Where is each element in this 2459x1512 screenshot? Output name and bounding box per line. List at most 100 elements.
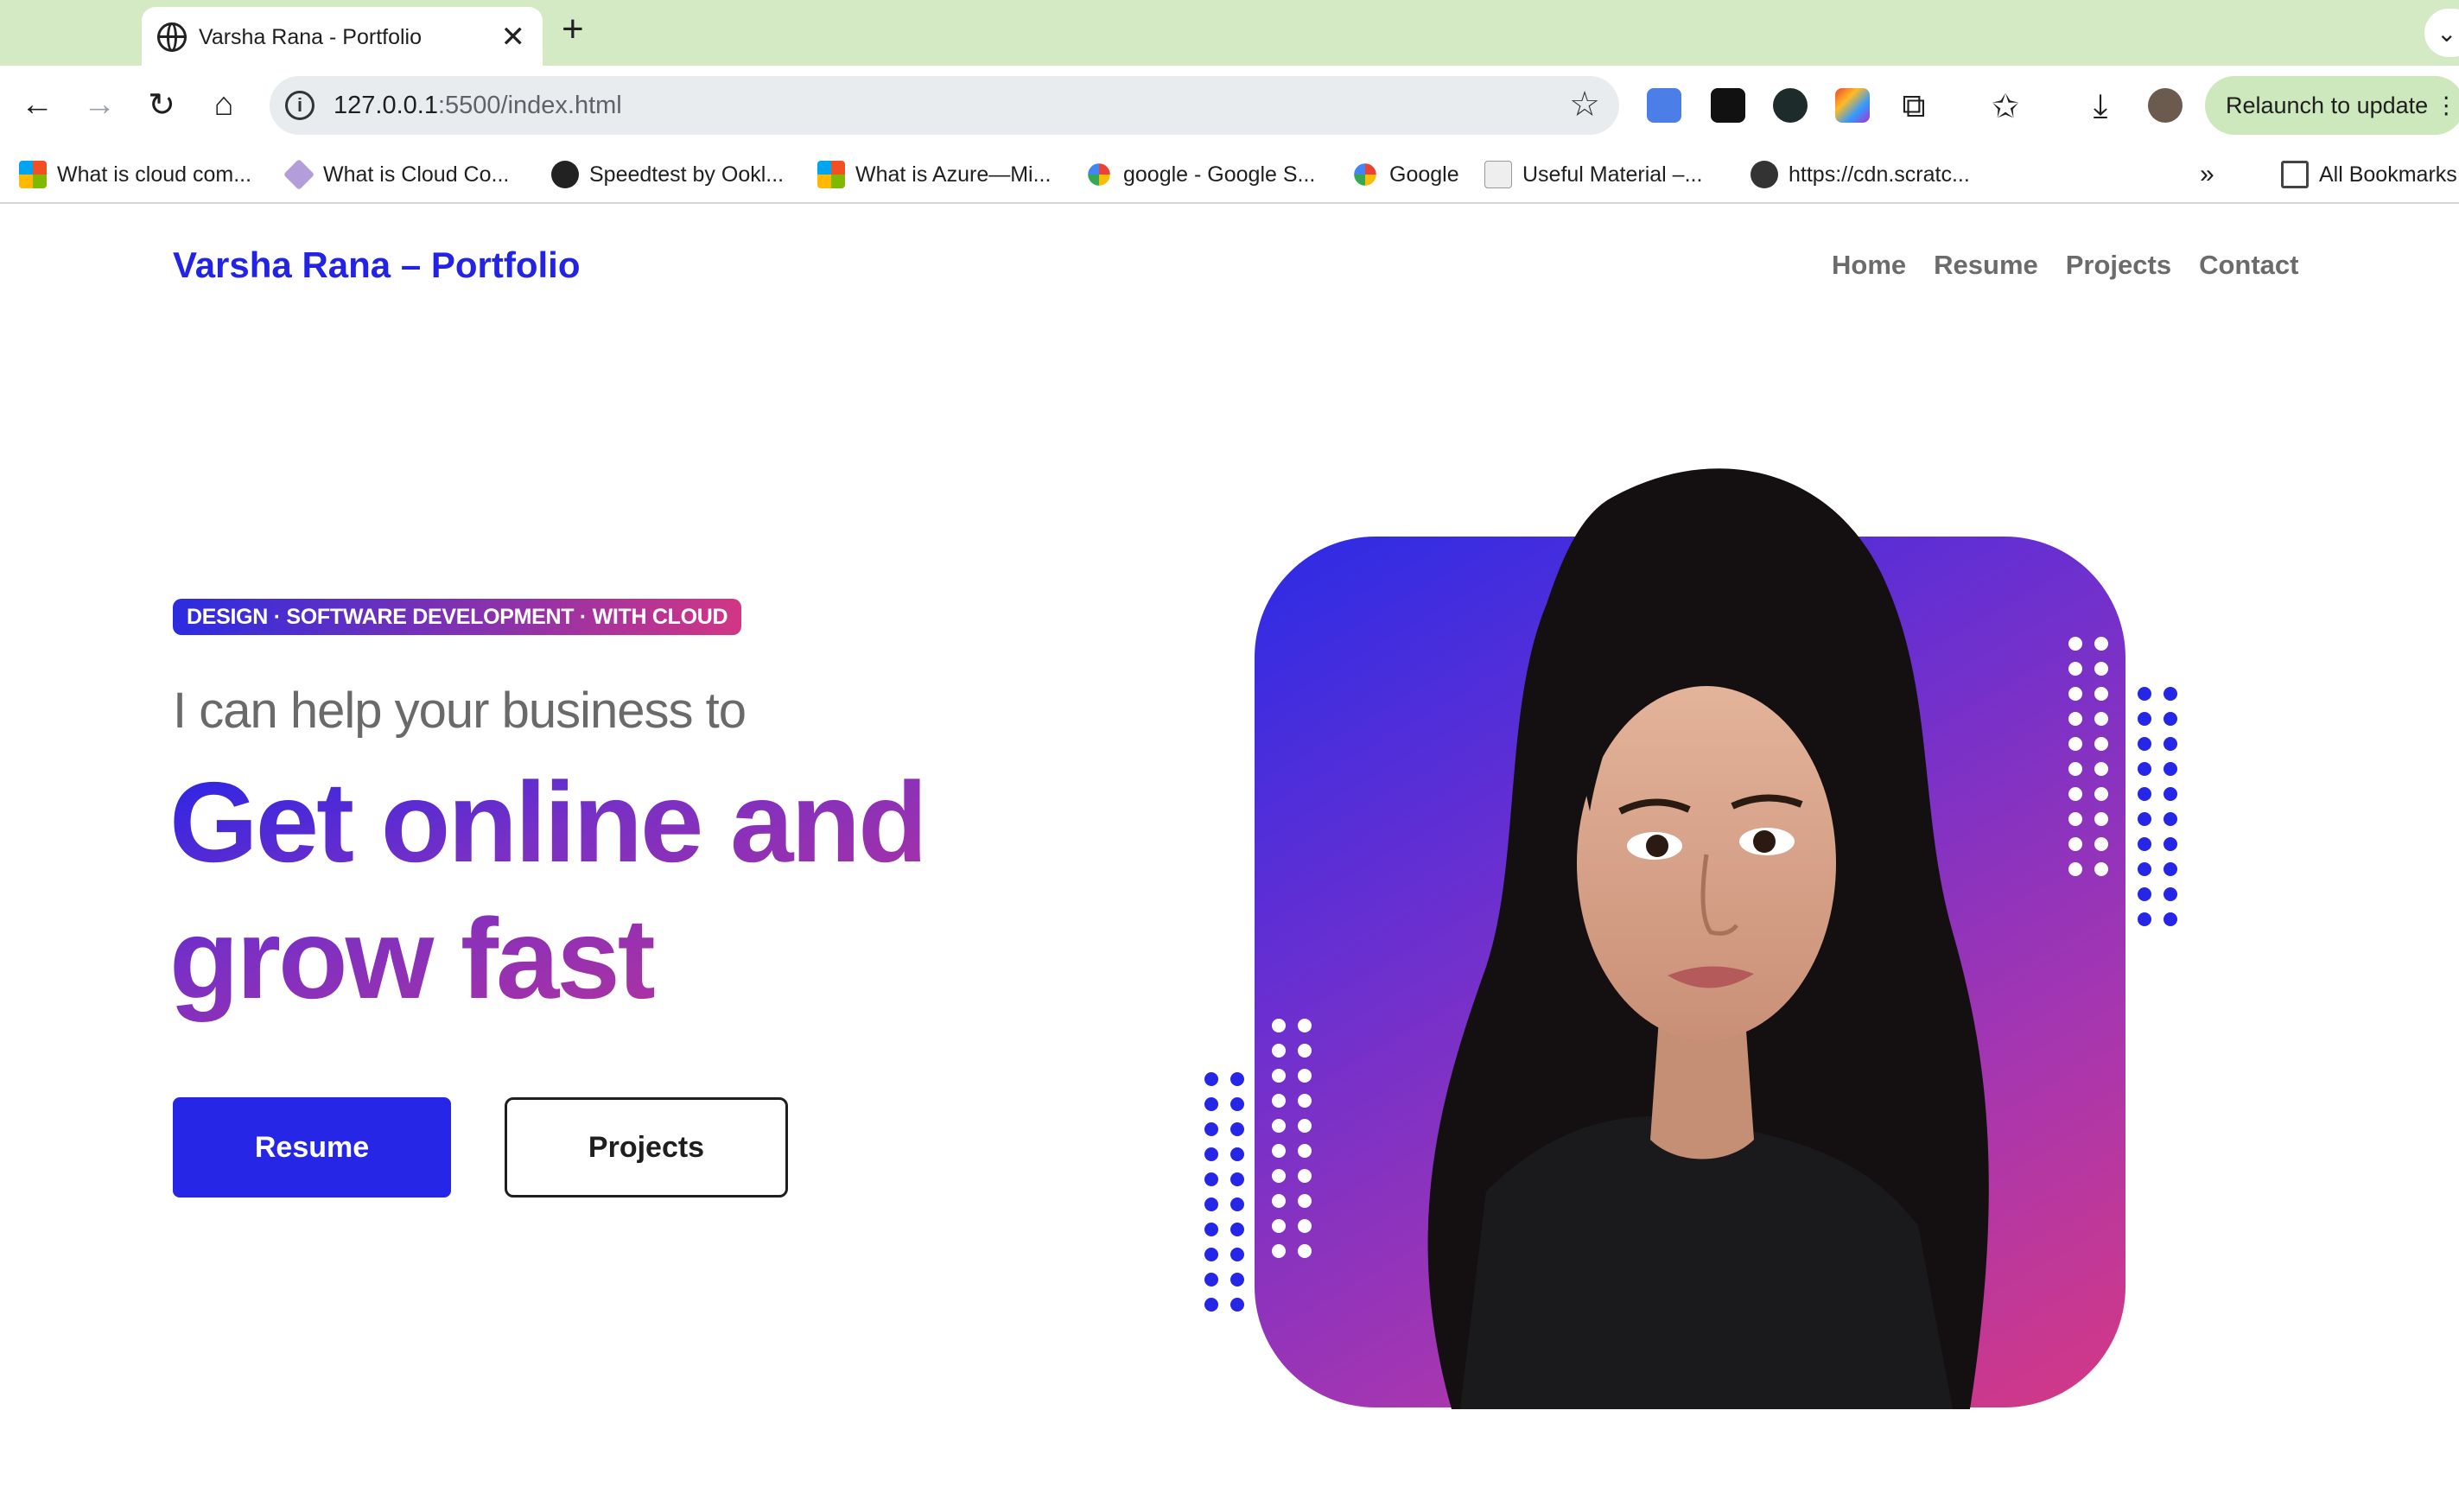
dot <box>1298 1169 1312 1183</box>
puzzle-extensions-icon[interactable]: ⧉ <box>1894 86 1934 126</box>
home-button[interactable]: ⌂ <box>204 85 244 124</box>
dot <box>2138 862 2151 876</box>
dot <box>2094 637 2108 651</box>
dot <box>2138 887 2151 901</box>
dot <box>1272 1019 1286 1032</box>
bookmark-star-icon[interactable]: ☆ <box>1569 85 1600 124</box>
dot <box>2094 862 2108 876</box>
profile-avatar[interactable] <box>2148 88 2183 123</box>
dot <box>2138 762 2151 776</box>
dot <box>1298 1244 1312 1258</box>
dot <box>1298 1094 1312 1108</box>
extension-icon[interactable] <box>1711 88 1745 123</box>
dot <box>1272 1119 1286 1133</box>
dot <box>2138 912 2151 926</box>
dot <box>1272 1169 1286 1183</box>
folder-icon <box>2281 161 2309 188</box>
new-tab-button[interactable]: + <box>562 10 584 48</box>
dot <box>1272 1069 1286 1083</box>
dot <box>1204 1273 1218 1286</box>
site-info-icon[interactable]: i <box>285 91 315 120</box>
dot <box>2068 662 2082 676</box>
dot <box>2094 687 2108 701</box>
dot <box>1230 1097 1244 1111</box>
dots-decoration <box>1272 1019 1312 1258</box>
extension-icon[interactable] <box>1773 88 1808 123</box>
dot <box>1272 1094 1286 1108</box>
dot <box>2138 712 2151 726</box>
dot <box>1272 1194 1286 1208</box>
dot <box>1298 1144 1312 1158</box>
dot <box>1298 1194 1312 1208</box>
headline-line-1: Get online and <box>169 759 925 886</box>
forward-button[interactable]: → <box>79 85 119 124</box>
dot <box>2138 687 2151 701</box>
dots-decoration <box>1204 1072 1244 1312</box>
dot <box>2068 862 2082 876</box>
address-bar[interactable]: i 127.0.0.1:5500/index.html ☆ <box>270 76 1619 135</box>
relaunch-button[interactable]: Relaunch to update ⋮ <box>2205 76 2459 135</box>
reload-button[interactable]: ↻ <box>142 85 181 124</box>
more-bookmarks-icon[interactable]: » <box>2200 157 2214 192</box>
dot <box>2094 837 2108 851</box>
page-content: Varsha Rana – Portfolio Home Resume Proj… <box>0 205 2459 1512</box>
bookmark-item[interactable]: Google <box>1351 157 1459 192</box>
nav-contact[interactable]: Contact <box>2199 250 2298 281</box>
projects-button[interactable]: Projects <box>505 1097 788 1198</box>
back-button[interactable]: ← <box>17 85 57 124</box>
dot <box>2068 637 2082 651</box>
dot <box>2164 762 2177 776</box>
dot <box>1272 1244 1286 1258</box>
resume-button[interactable]: Resume <box>173 1097 451 1198</box>
dot <box>1230 1147 1244 1161</box>
dot <box>1230 1198 1244 1211</box>
download-icon[interactable]: ⤓ <box>2081 86 2120 126</box>
dot <box>1204 1172 1218 1186</box>
site-brand[interactable]: Varsha Rana – Portfolio <box>173 245 580 286</box>
dot <box>2068 837 2082 851</box>
browser-tab[interactable]: Varsha Rana - Portfolio ✕ <box>142 7 543 67</box>
dot <box>2068 812 2082 826</box>
dot <box>2094 737 2108 751</box>
bookmark-item[interactable]: What is cloud com... <box>19 157 251 192</box>
bookmark-item[interactable]: https://cdn.scratc... <box>1751 157 1970 192</box>
globe-icon <box>1751 161 1778 188</box>
bookmark-item[interactable]: Useful Material –... <box>1484 157 1702 192</box>
bookmark-item[interactable]: What is Azure—Mi... <box>817 157 1051 192</box>
bookmark-item[interactable]: What is Cloud Co... <box>283 157 509 192</box>
dot <box>2164 912 2177 926</box>
headline-line-2: grow fast <box>169 895 653 1022</box>
dot <box>1204 1122 1218 1136</box>
close-tab-icon[interactable]: ✕ <box>501 22 526 52</box>
microsoft-icon <box>817 161 845 188</box>
google-icon <box>1354 163 1376 186</box>
nav-projects[interactable]: Projects <box>2066 250 2171 281</box>
reading-list-icon[interactable]: ✩ <box>1986 86 2025 126</box>
dot <box>1272 1144 1286 1158</box>
tab-search-button[interactable]: ⌄ <box>2424 9 2459 57</box>
dot <box>2164 837 2177 851</box>
translate-extension-icon[interactable] <box>1647 88 1681 123</box>
dot <box>1204 1097 1218 1111</box>
dot <box>2164 787 2177 801</box>
bookmark-item[interactable]: Speedtest by Ookl... <box>551 157 784 192</box>
cube-icon <box>283 158 315 191</box>
hero-headline: Get online and grow fast <box>169 754 925 1027</box>
site-nav: Home Resume Projects Contact <box>1832 250 2298 281</box>
dot <box>2068 737 2082 751</box>
dot <box>2164 712 2177 726</box>
dot <box>1230 1223 1244 1236</box>
dot <box>1230 1298 1244 1312</box>
dot <box>1298 1019 1312 1032</box>
dot <box>1204 1198 1218 1211</box>
extension-icon[interactable] <box>1835 88 1870 123</box>
all-bookmarks[interactable]: All Bookmarks <box>2281 157 2457 192</box>
nav-home[interactable]: Home <box>1832 250 1906 281</box>
dot <box>1298 1044 1312 1058</box>
dot <box>2068 787 2082 801</box>
bookmark-item[interactable]: google - Google S... <box>1085 157 1315 192</box>
dot <box>1272 1219 1286 1233</box>
nav-resume[interactable]: Resume <box>1934 250 2038 281</box>
dots-decoration <box>2138 687 2177 926</box>
globe-icon <box>157 22 187 52</box>
